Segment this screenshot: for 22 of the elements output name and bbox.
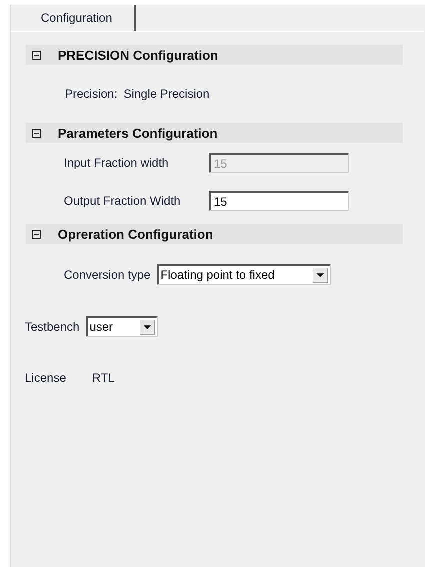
section-title: Parameters Configuration <box>58 126 218 140</box>
field-label: Output Fraction Width <box>64 194 182 208</box>
collapse-icon[interactable] <box>32 128 41 138</box>
input-field[interactable]: 15 <box>209 191 349 211</box>
field-label: Input Fraction width <box>64 156 170 170</box>
field-label: License <box>25 371 66 385</box>
section-header[interactable]: PRECISION Configuration <box>26 45 403 65</box>
collapse-icon[interactable] <box>32 230 41 238</box>
field-value: RTL <box>92 371 115 385</box>
collapse-icon[interactable] <box>32 50 41 60</box>
field-value: Single Precision <box>124 87 210 101</box>
field-label: Testbench <box>25 320 80 334</box>
dropdown-arrow-icon[interactable] <box>140 320 155 334</box>
dropdown-arrow-icon[interactable] <box>312 268 328 282</box>
field-label: Conversion type <box>64 268 151 282</box>
dropdown[interactable]: Floating point to fixed <box>156 264 331 285</box>
field-label: Precision: <box>65 87 118 101</box>
section-header[interactable]: Opreration Configuration <box>26 224 403 244</box>
section-header[interactable]: Parameters Configuration <box>26 123 403 143</box>
section-title: Opreration Configuration <box>58 226 214 242</box>
section-title: PRECISION Configuration <box>58 48 218 62</box>
dropdown[interactable]: user <box>86 316 158 337</box>
